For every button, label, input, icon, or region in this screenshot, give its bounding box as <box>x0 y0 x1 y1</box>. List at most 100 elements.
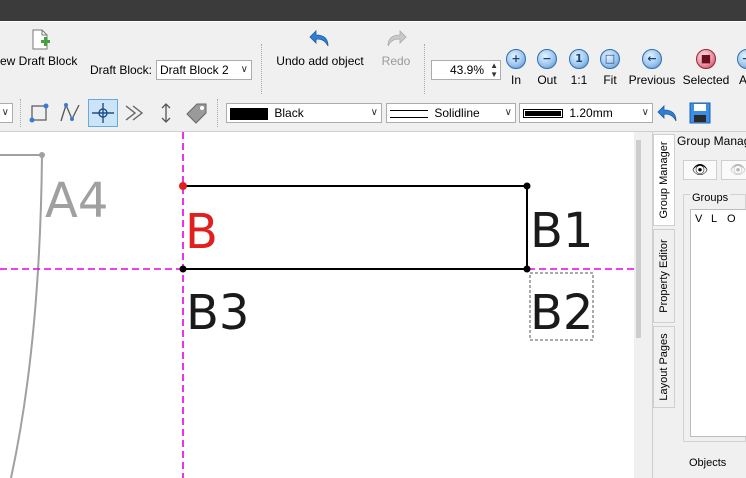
group-manager-panel: Group Manag 👁 👁 Groups V L O Objects <box>675 132 746 478</box>
zoom-level-value: 43.9% <box>449 63 484 77</box>
point-b3-marker[interactable] <box>179 265 187 273</box>
zoom-selected-label: Selected <box>682 73 730 87</box>
label-tool-button[interactable] <box>184 101 210 125</box>
zoom-next-icon: → <box>737 49 746 69</box>
groups-label: Groups <box>690 192 731 204</box>
line-type-select[interactable]: Solidline ∨ <box>386 103 516 123</box>
point-b2-marker[interactable] <box>523 265 531 273</box>
zoom-out-icon: − <box>537 49 557 69</box>
new-draft-block-icon <box>32 29 50 50</box>
line-weight-value: 1.20mm <box>569 106 613 120</box>
zoom-next-button[interactable]: → A <box>735 26 746 88</box>
curve-tool-button[interactable] <box>58 101 84 125</box>
double-chevron-right-icon <box>125 105 144 121</box>
zoom-next-label: A <box>739 73 746 87</box>
line-type-value: Solidline <box>434 106 480 120</box>
point-tool-button[interactable] <box>88 99 118 127</box>
partial-mode-select[interactable]: ∨ <box>0 103 13 123</box>
draft-block-select-value: Draft Block 2 <box>160 63 229 77</box>
color-swatch <box>230 107 268 120</box>
hide-all-groups-button[interactable]: 👁 <box>721 160 746 180</box>
save-icon <box>689 102 711 124</box>
groups-table[interactable]: V L O <box>690 209 746 437</box>
chevron-down-icon: ∨ <box>1 107 9 118</box>
line-color-value: Black <box>274 106 304 120</box>
crosshair-icon <box>92 103 114 123</box>
undo-arrow-icon <box>657 105 677 122</box>
solid-line-icon <box>390 109 428 118</box>
point-label-b: B <box>185 204 218 260</box>
new-draft-block-label: ew Draft Block <box>0 54 78 68</box>
pattern-outline-curve <box>0 154 44 478</box>
chevron-down-icon: ∨ <box>240 64 248 75</box>
draft-block-label: Draft Block: <box>90 63 153 77</box>
zoom-out-label: Out <box>537 73 557 87</box>
point-b1-marker[interactable] <box>523 182 531 190</box>
segment-tool-button[interactable] <box>28 101 54 125</box>
window-title-bar <box>0 0 746 21</box>
curve-tool-icon <box>60 103 80 122</box>
toolbar-separator <box>20 99 21 127</box>
spin-up-down-icon: ▲ ▼ <box>490 61 498 79</box>
zoom-fit-button[interactable]: □ Fit <box>596 26 624 88</box>
column-header-visible[interactable]: V <box>695 213 702 225</box>
point-label-a4: A4 <box>45 173 108 229</box>
line-weight-icon <box>523 109 563 119</box>
show-all-groups-button[interactable]: 👁 <box>683 160 717 180</box>
redo-arrow-icon <box>387 30 407 47</box>
zoom-previous-label: Previous <box>628 73 676 87</box>
zoom-selected-button[interactable]: ■ Selected <box>682 26 730 88</box>
column-header-objects[interactable]: O <box>727 213 736 225</box>
tab-label: Group Manager <box>658 141 670 219</box>
drawing-canvas[interactable]: A4 B B1 B2 B3 <box>0 132 634 478</box>
tab-label: Layout Pages <box>658 333 670 401</box>
toolbar-separator <box>217 99 218 127</box>
point-label-b2: B2 <box>530 285 593 341</box>
reset-properties-button[interactable] <box>656 101 680 125</box>
undo-button[interactable]: Undo add object <box>270 26 370 68</box>
vertical-arrow-tool-button[interactable] <box>154 101 178 125</box>
zoom-fit-icon: □ <box>600 49 620 69</box>
tab-label: Property Editor <box>658 239 670 313</box>
groups-box: Groups V L O <box>683 192 746 442</box>
main-toolbar: ew Draft Block Draft Block: Draft Block … <box>0 21 746 96</box>
chevron-down-icon: ∨ <box>504 107 512 118</box>
point-label-b3: B3 <box>186 285 249 341</box>
arrow-tool-button[interactable] <box>122 101 148 125</box>
tools-toolbar: ∨ Black ∨ Solidline ∨ 1.20mm ∨ <box>0 95 746 132</box>
point-label-b1: B1 <box>530 203 593 259</box>
tag-icon <box>186 103 207 124</box>
point-a4-marker <box>39 152 45 158</box>
zoom-fit-label: Fit <box>603 73 617 87</box>
zoom-in-label: In <box>510 73 521 87</box>
segment-tool-icon <box>29 103 49 123</box>
redo-button[interactable]: Redo <box>375 26 417 68</box>
tab-property-editor[interactable]: Property Editor <box>653 229 675 323</box>
toolbar-separator <box>261 44 262 94</box>
line-color-select[interactable]: Black ∨ <box>226 103 382 123</box>
draft-block-select[interactable]: Draft Block 2 ∨ <box>156 60 252 80</box>
zoom-1-1-icon: 1 <box>569 49 589 69</box>
dock-tab-bar: Group Manager Property Editor Layout Pag… <box>652 132 675 478</box>
zoom-previous-button[interactable]: ← Previous <box>628 26 676 88</box>
scrollbar-thumb[interactable] <box>636 140 641 338</box>
zoom-in-icon: + <box>506 49 526 69</box>
save-properties-button[interactable] <box>688 101 712 125</box>
zoom-selected-icon: ■ <box>696 49 716 69</box>
zoom-1-1-label: 1:1 <box>570 73 588 87</box>
new-draft-block-button[interactable]: ew Draft Block <box>0 26 86 68</box>
undo-arrow-icon <box>309 30 329 47</box>
chevron-down-icon: ∨ <box>641 107 649 118</box>
chevron-down-icon: ∨ <box>370 107 378 118</box>
pattern-drawing: A4 B B1 B2 B3 <box>0 132 634 478</box>
zoom-original-button[interactable]: 1 1:1 <box>565 26 593 88</box>
tab-group-manager[interactable]: Group Manager <box>653 134 675 226</box>
zoom-out-button[interactable]: − Out <box>533 26 561 88</box>
zoom-level-spinbox[interactable]: 43.9% ▲ ▼ <box>431 60 501 80</box>
column-header-locked[interactable]: L <box>711 213 717 225</box>
point-b-marker[interactable] <box>179 182 187 190</box>
line-weight-select[interactable]: 1.20mm ∨ <box>519 103 653 123</box>
canvas-vertical-scrollbar[interactable] <box>634 132 646 478</box>
zoom-in-button[interactable]: + In <box>503 26 529 88</box>
tab-layout-pages[interactable]: Layout Pages <box>653 326 675 408</box>
